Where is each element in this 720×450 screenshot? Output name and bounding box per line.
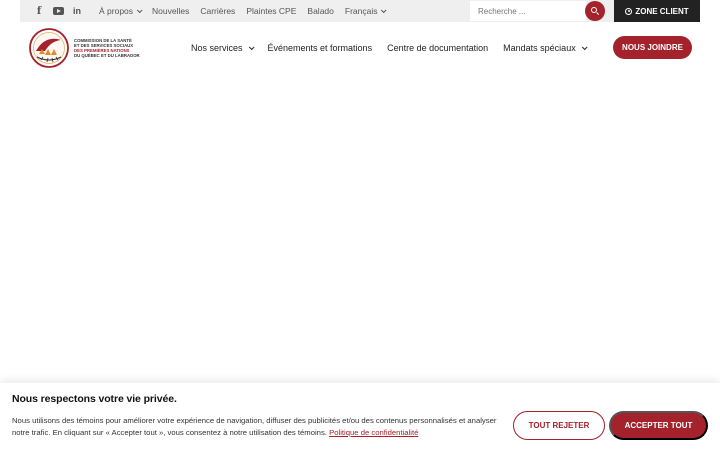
youtube-icon[interactable] (49, 0, 67, 22)
cookie-description: Nous utilisons des témoins pour améliore… (12, 416, 497, 437)
chevron-down-icon (136, 7, 143, 14)
toplink-nouvelles[interactable]: Nouvelles (152, 6, 189, 16)
toplink-label: À propos (99, 6, 134, 16)
cookie-text: Nous utilisons des témoins pour améliore… (12, 415, 507, 439)
chevron-down-icon (381, 7, 388, 14)
nav-item-label: Événements et formations (267, 43, 373, 53)
facebook-icon[interactable]: f (30, 0, 48, 22)
nav-item-centre-documentation[interactable]: Centre de documentation (387, 43, 488, 53)
toplink-plaintes-cpe[interactable]: Plaintes CPE (246, 6, 296, 16)
main-navigation: Nos services Événements et formations Ce… (191, 40, 601, 56)
privacy-policy-link[interactable]: Politique de confidentialité (329, 428, 418, 437)
zone-client-button[interactable]: ZONE CLIENT (614, 0, 700, 22)
cookie-title: Nous respectons votre vie privée. (12, 393, 177, 405)
search-box (470, 1, 586, 21)
logo-text: COMMISSION DE LA SANTÉ ET DES SERVICES S… (74, 38, 140, 59)
nav-item-mandats-speciaux[interactable]: Mandats spéciaux (503, 43, 588, 53)
toplink-balado[interactable]: Balado (307, 6, 333, 16)
search-icon (591, 7, 597, 13)
search-button[interactable] (585, 1, 605, 21)
linkedin-icon[interactable]: in (68, 0, 86, 22)
logo-line: DU QUÉBEC ET DU LABRADOR (74, 53, 140, 59)
reject-all-button[interactable]: TOUT REJETER (513, 411, 605, 440)
nous-joindre-button[interactable]: NOUS JOINDRE (613, 36, 692, 59)
site-logo[interactable]: COMMISSION DE LA SANTÉ ET DES SERVICES S… (27, 27, 140, 69)
toplink-a-propos[interactable]: À propos (99, 6, 143, 16)
logo-emblem-icon (29, 28, 69, 68)
user-circle-icon (625, 7, 633, 15)
zone-client-label: ZONE CLIENT (635, 6, 689, 16)
chevron-down-icon (248, 44, 255, 51)
nav-item-label: Nos services (191, 43, 243, 53)
toplink-label: Carrières (200, 6, 236, 16)
chevron-down-icon (581, 44, 588, 51)
nav-item-nos-services[interactable]: Nos services (191, 43, 255, 53)
search-input[interactable] (470, 1, 560, 21)
accept-all-button[interactable]: ACCEPTER TOUT (609, 411, 708, 440)
social-links: f in (20, 0, 87, 22)
top-links: À propos Nouvelles Carrières Plaintes CP… (99, 6, 396, 16)
cookie-banner: Nous respectons votre vie privée. Nous u… (0, 383, 720, 450)
toplink-carrieres[interactable]: Carrières (200, 6, 235, 16)
nav-item-label: Mandats spéciaux (503, 43, 576, 53)
toplink-label: Nouvelles (152, 6, 190, 16)
nav-item-evenements-formations[interactable]: Événements et formations (268, 43, 373, 53)
toplink-label: Balado (307, 6, 334, 16)
language-selector[interactable]: Français (344, 6, 388, 16)
toplink-label: Plaintes CPE (246, 6, 297, 16)
nav-item-label: Centre de documentation (387, 43, 489, 53)
language-label: Français (344, 6, 378, 16)
